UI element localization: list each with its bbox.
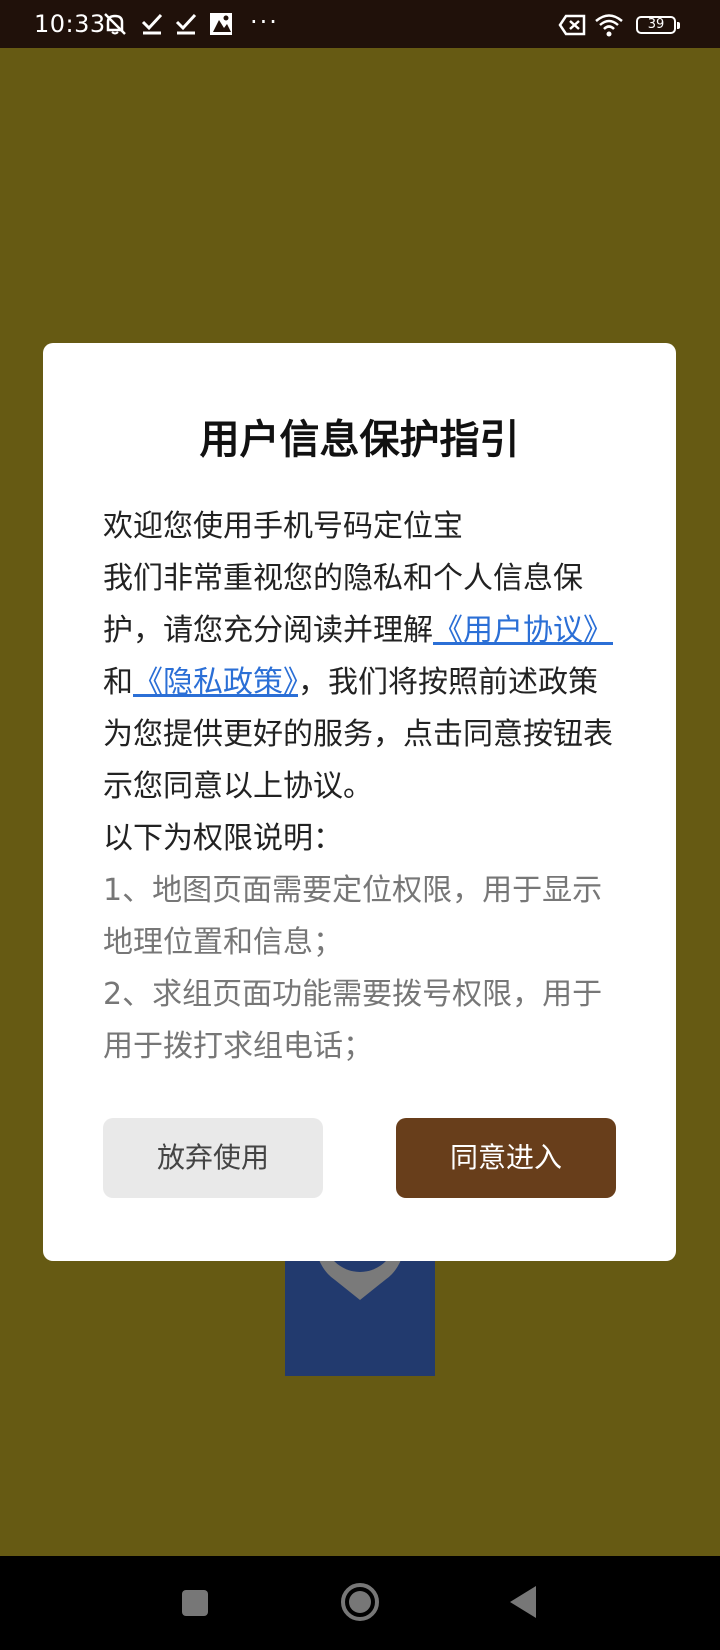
wifi-icon [594,13,624,37]
dialog-title: 用户信息保护指引 [199,417,520,463]
dialog-body: 欢迎您使用手机号码定位宝 我们非常重视您的隐私和个人信息保护，请您充分阅读并理解… [103,501,623,1073]
agree-button[interactable]: 同意进入 [396,1118,616,1198]
more-notifications-icon: ··· [250,8,279,36]
sim-error-icon [558,14,586,36]
back-icon[interactable] [508,1584,538,1620]
privacy-policy-link[interactable]: 《隐私政策》 [133,665,298,700]
privacy-dialog: 用户信息保护指引 欢迎您使用手机号码定位宝 我们非常重视您的隐私和个人信息保护，… [43,343,676,1261]
permission-item-location: 1、地图页面需要定位权限，用于显示地理位置和信息； [103,873,603,960]
image-icon [209,12,233,36]
home-icon[interactable] [340,1582,380,1622]
navigation-bar [0,1556,720,1650]
permission-item-phone: 2、求组页面功能需要拨号权限，用于用于拨打求组电话； [103,977,603,1064]
battery-icon: 39 [636,16,680,34]
status-time: 10:33 [34,10,106,38]
intro-text: 我们非常重视您的隐私和个人信息保护，请您充分阅读并理解《用户协议》和《隐私政策》… [103,553,623,813]
permission-heading: 以下为权限说明： [103,821,343,856]
check-icon [175,12,197,36]
decline-button[interactable]: 放弃使用 [103,1118,323,1198]
check-icon [141,12,163,36]
status-bar: 10:33 ··· 39 [0,0,720,48]
user-agreement-link[interactable]: 《用户协议》 [433,613,613,648]
recents-icon[interactable] [180,1588,210,1618]
and-text: 和 [103,665,133,700]
welcome-text: 欢迎您使用手机号码定位宝 [103,509,463,544]
mute-icon [102,12,128,36]
